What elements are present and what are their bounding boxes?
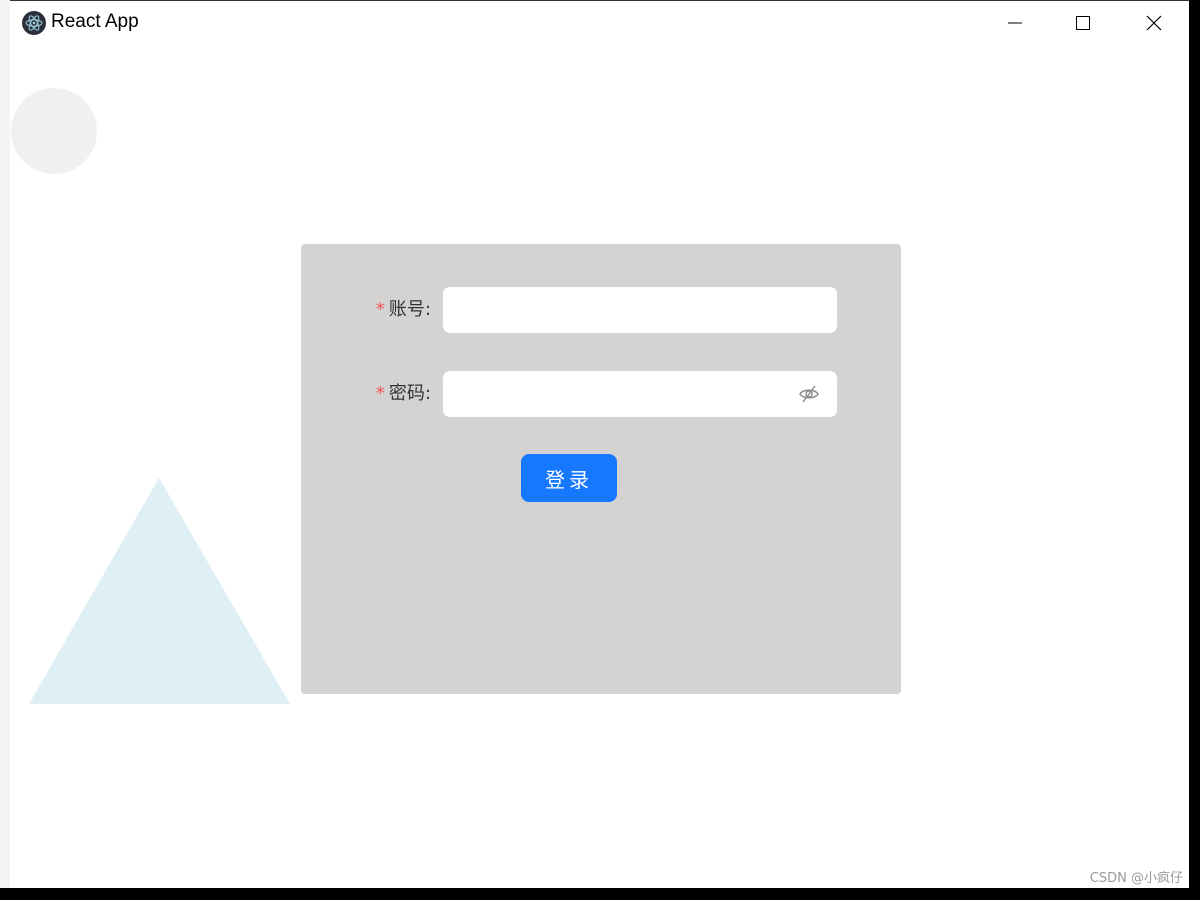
password-label: * 密码:: [376, 371, 431, 417]
login-card: * 账号: * 密码: 登录: [301, 244, 901, 694]
app-window: React App * 账号: * 密码: 登录 CSDN @小疯仔: [10, 0, 1189, 888]
password-input[interactable]: [443, 371, 837, 417]
close-icon: [1146, 15, 1162, 31]
minimize-button[interactable]: [980, 1, 1050, 45]
required-mark: *: [375, 299, 385, 320]
required-mark: *: [375, 383, 385, 404]
password-label-text: 密码:: [388, 383, 431, 404]
maximize-button[interactable]: [1048, 1, 1118, 45]
desktop-background: [0, 0, 10, 888]
account-row: * 账号:: [301, 287, 901, 333]
eye-invisible-icon[interactable]: [798, 383, 820, 405]
password-row: * 密码:: [301, 371, 901, 417]
minimize-icon: [1008, 22, 1022, 24]
account-label: * 账号:: [376, 287, 431, 333]
decorative-triangle: [29, 478, 290, 704]
maximize-icon: [1076, 16, 1090, 30]
account-input[interactable]: [443, 287, 837, 333]
watermark: CSDN @小疯仔: [1089, 871, 1183, 886]
close-button[interactable]: [1119, 1, 1189, 45]
login-button[interactable]: 登录: [521, 454, 617, 502]
account-label-text: 账号:: [388, 299, 431, 320]
